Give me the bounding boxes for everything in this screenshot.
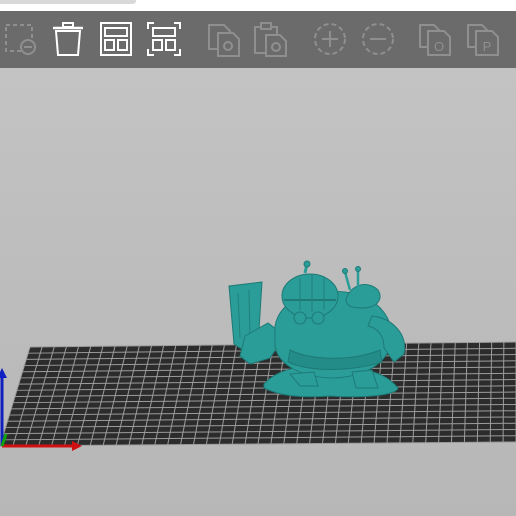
split-to-parts-button[interactable]: P: [464, 19, 504, 59]
arrange-button[interactable]: [96, 19, 136, 59]
delete-all-icon: [53, 22, 83, 56]
paste-button[interactable]: [250, 19, 290, 59]
split-parts-glyph: P: [483, 39, 492, 54]
delete-button[interactable]: [0, 19, 40, 59]
split-to-parts-icon: P: [467, 24, 499, 56]
arrange-icon: [100, 22, 132, 56]
remove-instance-icon: [362, 23, 394, 55]
add-instance-icon: [314, 23, 346, 55]
paste-icon: [254, 22, 287, 57]
split-to-objects-button[interactable]: O: [416, 19, 456, 59]
delete-icon: [5, 24, 36, 55]
title-strip: [0, 0, 516, 11]
top-toolbar: O P: [0, 11, 516, 68]
arrange-selection-icon: [147, 22, 181, 56]
arrange-selection-button[interactable]: [144, 19, 184, 59]
z-axis-arrow: [0, 368, 7, 378]
remove-instance-button[interactable]: [358, 19, 398, 59]
delete-all-button[interactable]: [48, 19, 88, 59]
scene-canvas[interactable]: [0, 68, 516, 516]
split-objects-glyph: O: [434, 39, 444, 54]
copy-button[interactable]: [204, 19, 244, 59]
tab-fragment: [0, 0, 136, 4]
3d-viewport[interactable]: [0, 68, 516, 516]
add-instance-button[interactable]: [310, 19, 350, 59]
copy-icon: [208, 24, 240, 57]
split-to-objects-icon: O: [419, 24, 451, 56]
